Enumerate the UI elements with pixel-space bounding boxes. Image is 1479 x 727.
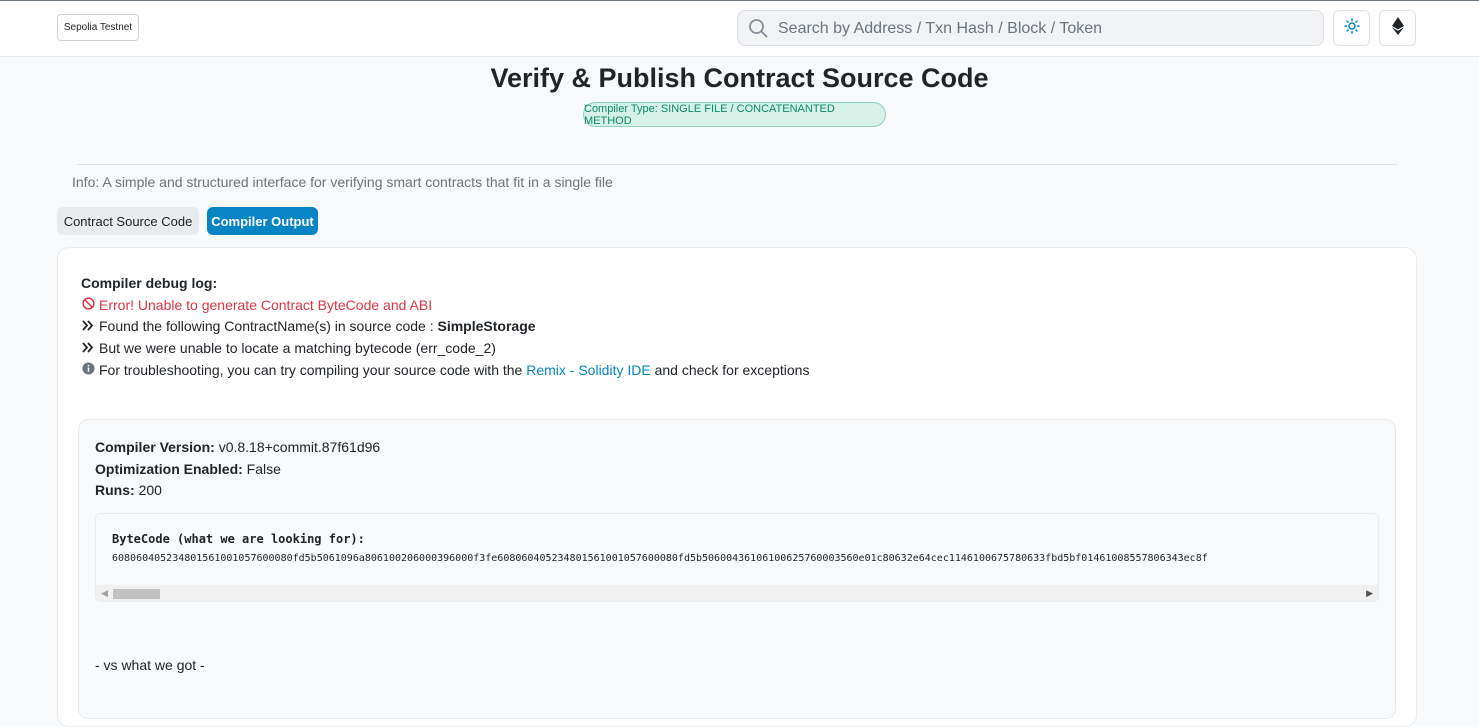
- bytecode-value: 608060405234801561001057600080fd5b506109…: [112, 553, 1208, 564]
- contract-name: SimpleStorage: [437, 318, 536, 335]
- log-line-text: Found the following ContractName(s) in s…: [99, 318, 438, 335]
- runs-row: Runs: 200: [95, 480, 380, 502]
- scrollbar-thumb[interactable]: [113, 589, 160, 599]
- log-line-text: But we were unable to locate a matching …: [99, 340, 496, 357]
- vs-separator-text: - vs what we got -: [95, 657, 205, 673]
- compiler-version-value: v0.8.18+commit.87f61d96: [218, 439, 381, 455]
- chevron-double-right-icon: [81, 338, 95, 360]
- compiler-debug-log: Compiler debug log: Error! Unable to gen…: [81, 273, 809, 382]
- divider: [77, 164, 1397, 165]
- error-message: Error! Unable to generate Contract ByteC…: [81, 295, 809, 317]
- search-input[interactable]: [776, 11, 1310, 47]
- log-line-contract-names: Found the following ContractName(s) in s…: [81, 316, 809, 338]
- page-title: Verify & Publish Contract Source Code: [490, 63, 989, 93]
- top-navbar: Sepolia Testnet: [0, 1, 1479, 57]
- optimization-value: False: [246, 460, 281, 477]
- error-text: Error! Unable to generate Contract ByteC…: [99, 296, 433, 313]
- tab-compiler-output[interactable]: Compiler Output: [207, 207, 318, 235]
- scroll-left-arrow-icon[interactable]: ◀: [101, 588, 108, 599]
- chevron-double-right-icon: [81, 316, 95, 338]
- info-circle-icon: [81, 360, 95, 382]
- sun-icon: [1343, 17, 1360, 39]
- optimization-label: Optimization Enabled:: [95, 460, 243, 477]
- log-line-suffix: and check for exceptions: [650, 361, 810, 378]
- ethereum-network-button[interactable]: [1379, 10, 1416, 46]
- horizontal-scrollbar[interactable]: ◀ ▶: [96, 585, 1378, 601]
- log-line-troubleshooting: For troubleshooting, you can try compili…: [81, 360, 809, 382]
- bytecode-label: ByteCode (what we are looking for):: [112, 532, 365, 546]
- compiler-version-row: Compiler Version: v0.8.18+commit.87f61d9…: [95, 437, 380, 459]
- network-badge[interactable]: Sepolia Testnet: [57, 14, 139, 41]
- optimization-row: Optimization Enabled: False: [95, 459, 380, 481]
- search-bar[interactable]: [737, 10, 1324, 47]
- compiler-version-label: Compiler Version:: [95, 439, 215, 455]
- ban-icon: [81, 295, 95, 317]
- search-icon: [748, 18, 768, 43]
- tab-contract-source-code[interactable]: Contract Source Code: [57, 207, 199, 235]
- theme-toggle-button[interactable]: [1333, 10, 1370, 46]
- log-line-text: For troubleshooting, you can try compili…: [99, 361, 527, 378]
- compiler-type-badge: Compiler Type: SINGLE FILE / CONCATENANT…: [583, 102, 886, 127]
- runs-label: Runs:: [95, 482, 135, 498]
- info-text: Info: A simple and structured interface …: [72, 174, 613, 190]
- scroll-right-arrow-icon[interactable]: ▶: [1366, 588, 1373, 599]
- log-line-bytecode-error: But we were unable to locate a matching …: [81, 338, 809, 360]
- remix-ide-link[interactable]: Remix - Solidity IDE: [526, 360, 650, 382]
- debug-log-title: Compiler debug log:: [81, 275, 218, 291]
- expected-bytecode-box[interactable]: ByteCode (what we are looking for): 6080…: [95, 513, 1379, 602]
- ethereum-icon: [1391, 16, 1404, 40]
- runs-value: 200: [138, 482, 162, 498]
- compiler-meta: Compiler Version: v0.8.18+commit.87f61d9…: [95, 437, 380, 502]
